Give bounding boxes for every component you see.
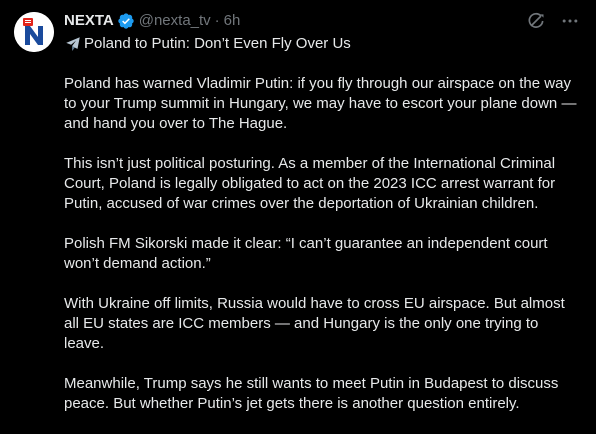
tweet-header: NEXTA @nexta_tv · 6h [64,10,580,32]
header-actions [526,11,580,31]
tweet-title-line: Poland to Putin: Don’t Even Fly Over Us [64,34,580,54]
more-icon[interactable] [560,11,580,31]
tweet-text: Poland to Putin: Don’t Even Fly Over Us … [64,34,580,434]
tweet-paragraph: Polish FM Sikorski made it clear: “I can… [64,235,548,272]
grok-icon[interactable] [526,11,546,31]
timestamp[interactable]: 6h [224,11,241,31]
verified-badge-icon [118,13,134,29]
airplane-icon [66,37,80,51]
separator-dot: · [214,12,220,29]
tweet-paragraph: This isn’t just political posturing. As … [64,155,556,212]
avatar[interactable] [14,12,54,52]
tweet-paragraph: Poland has warned Vladimir Putin: if you… [64,75,577,132]
nexta-logo-icon [14,12,54,52]
tweet-paragraph: Meanwhile, Trump says he still wants to … [64,375,559,412]
tweet-paragraph: With Ukraine off limits, Russia would ha… [64,295,565,352]
handle[interactable]: @nexta_tv [139,11,211,31]
display-name[interactable]: NEXTA [64,11,114,31]
tweet-title: Poland to Putin: Don’t Even Fly Over Us [84,35,351,52]
tweet[interactable]: NEXTA @nexta_tv · 6h Poland to Putin: Do… [0,0,596,421]
